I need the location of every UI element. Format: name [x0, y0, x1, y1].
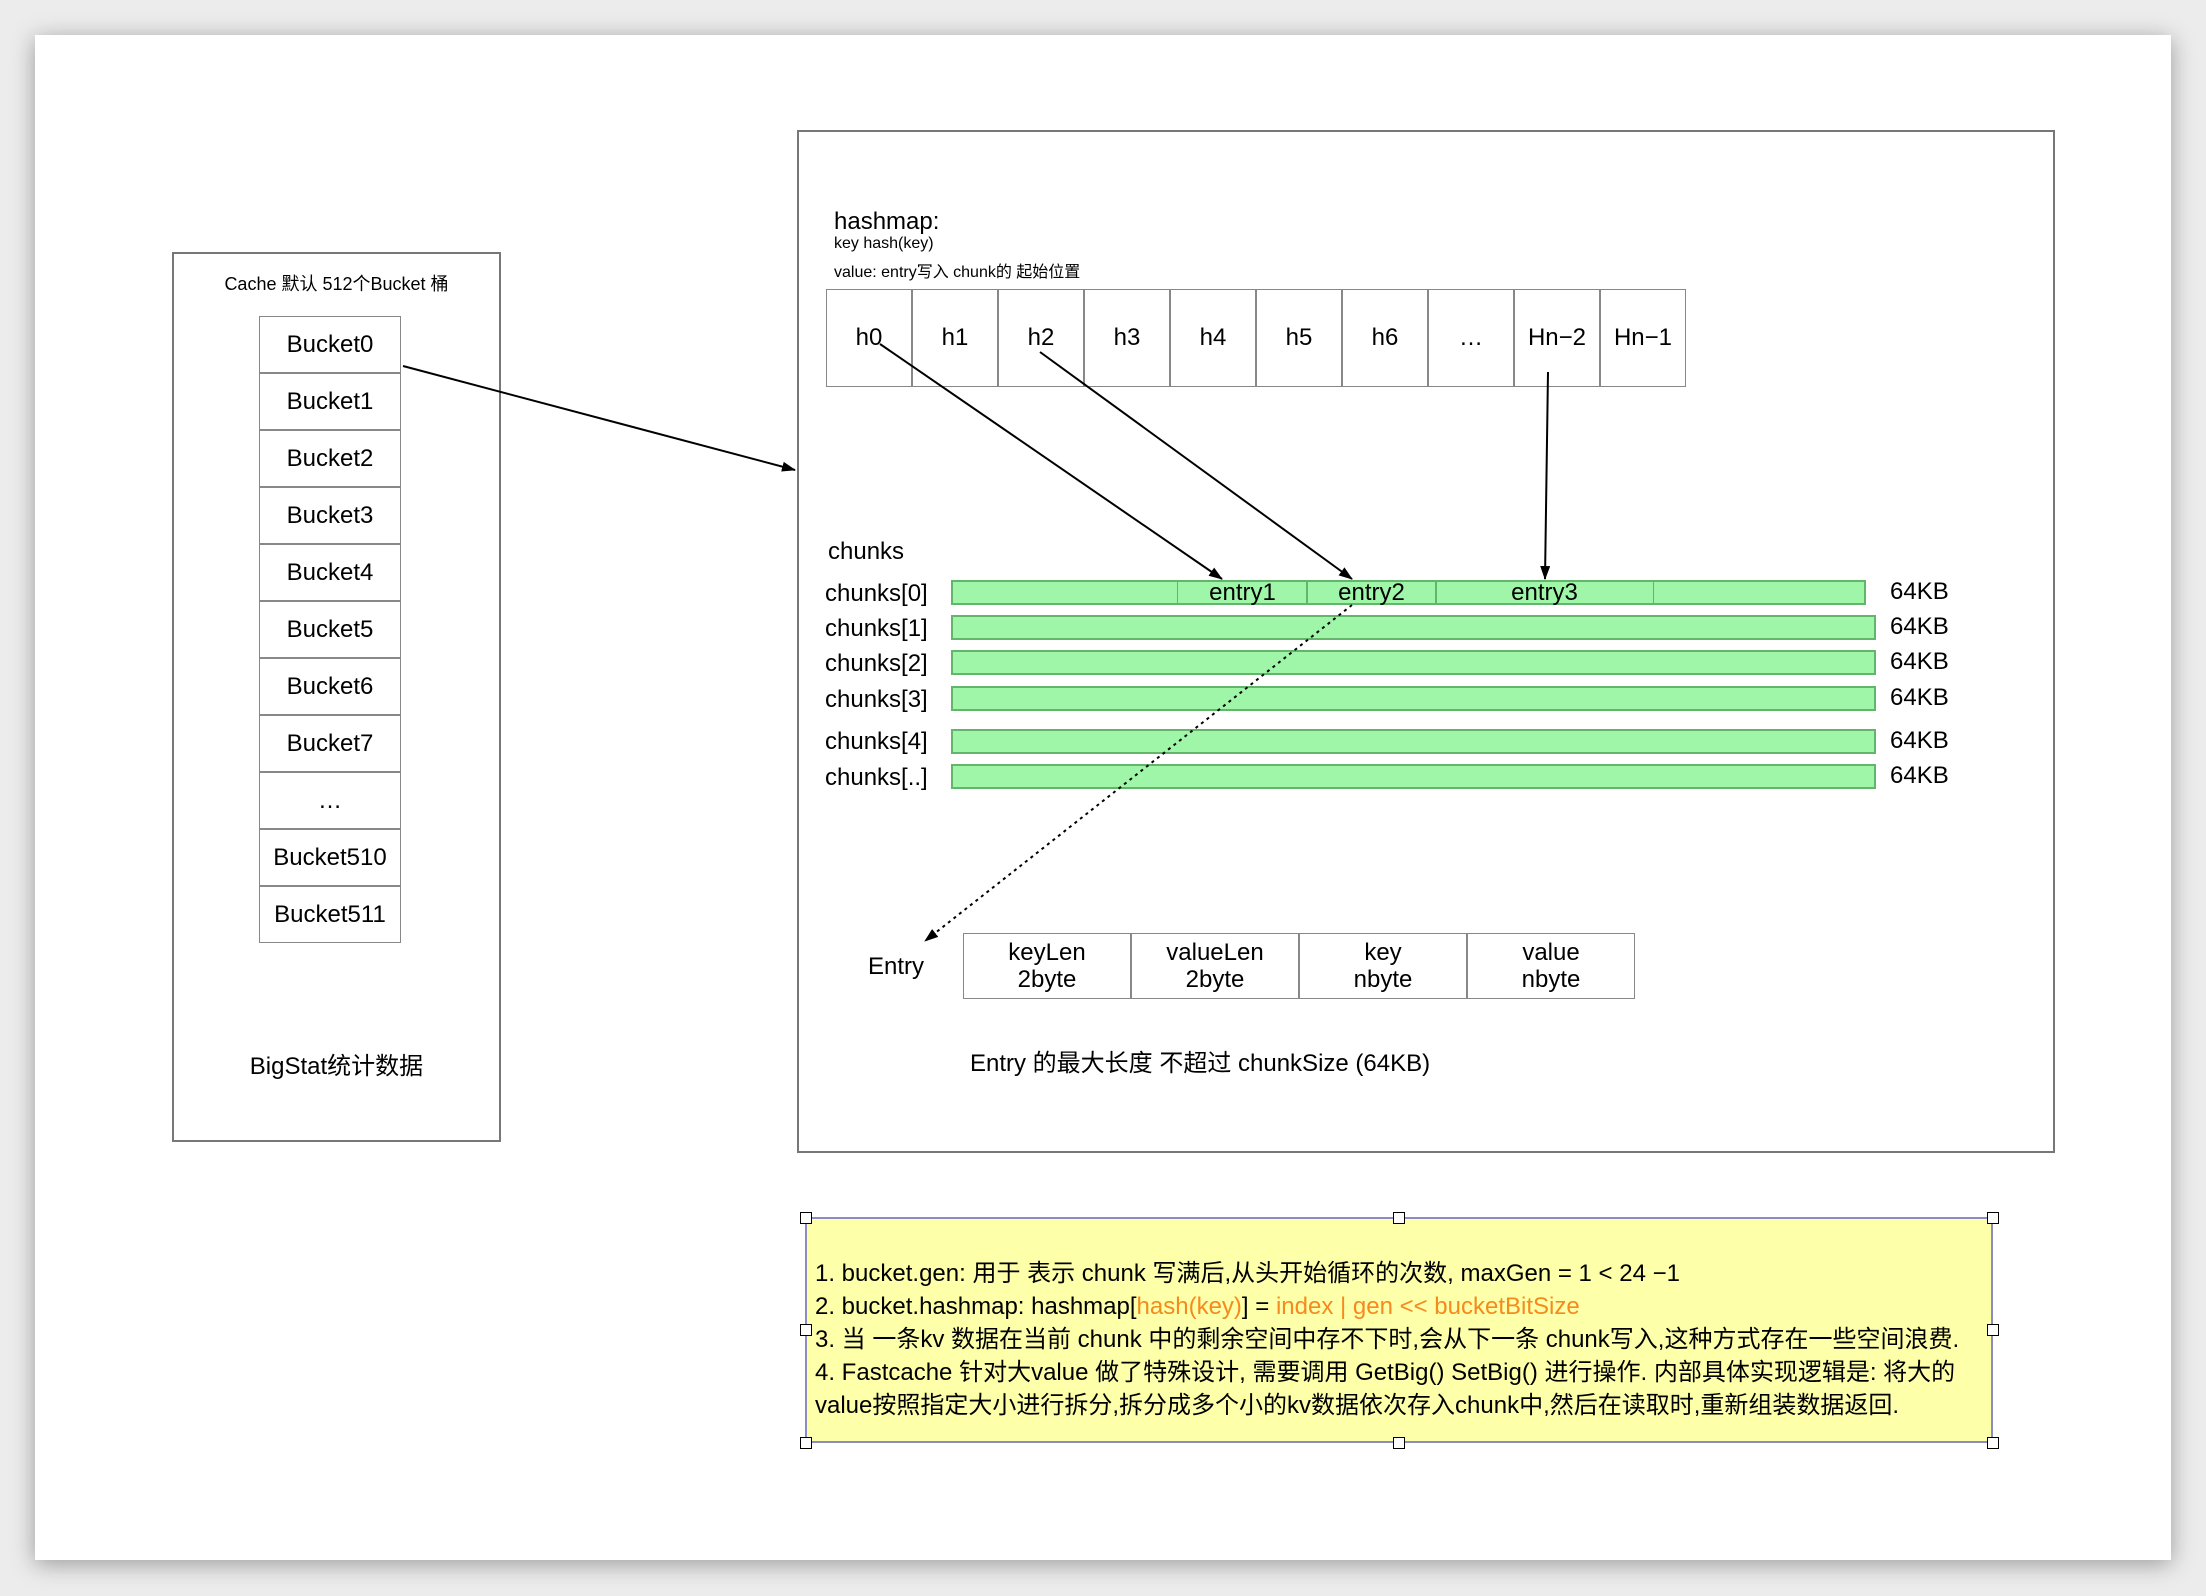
diagram-canvas: Cache 默认 512个Bucket 桶 Bucket0 Bucket1 Bu…	[0, 0, 2206, 1596]
h2-to-entry2-arrow	[1039, 351, 1353, 580]
bucket-to-detail-arrow	[402, 365, 796, 472]
entry2-to-entry-layout-arrow	[924, 604, 1353, 942]
arrows-layer	[402, 343, 1551, 942]
h0-to-entry1-arrow	[879, 343, 1223, 580]
hn2-to-entry3-arrow	[1540, 371, 1551, 580]
